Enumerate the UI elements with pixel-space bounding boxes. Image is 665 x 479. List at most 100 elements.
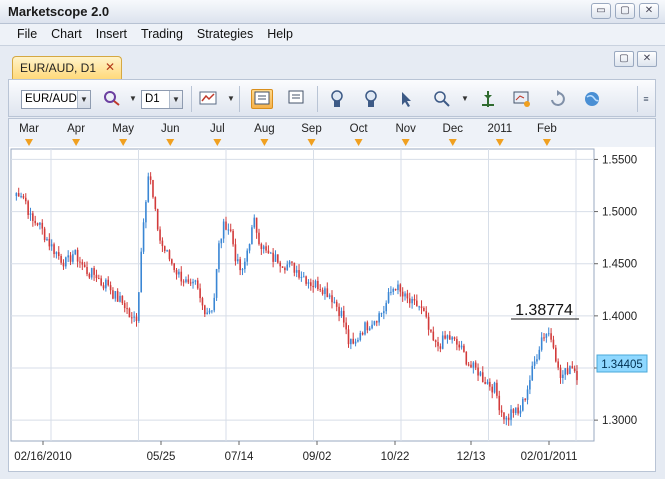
candle-body [201, 298, 204, 306]
candle-body [152, 179, 154, 198]
candle-body [178, 271, 180, 275]
candle-body [416, 300, 418, 307]
candle-body [83, 264, 86, 268]
price-tick-label: 1.4000 [602, 311, 637, 323]
candle-body [138, 292, 140, 322]
candle-body [510, 409, 512, 420]
candle-body [213, 297, 216, 311]
dropdown-arrow-icon[interactable]: ▼ [461, 94, 469, 103]
menu-help[interactable]: Help [260, 24, 300, 45]
chart-tab[interactable]: EUR/AUD, D1 ✕ [12, 56, 122, 79]
tab-close-icon[interactable]: ✕ [105, 60, 115, 74]
candle-body [199, 288, 201, 299]
dropdown-arrow-icon[interactable]: ▼ [129, 94, 137, 103]
zoom-out-icon[interactable] [361, 89, 383, 109]
month-label: Nov [395, 123, 416, 135]
candle-body [439, 346, 442, 349]
instrument-select[interactable]: EUR/AUD ▼ [21, 90, 91, 109]
candle-body [543, 337, 545, 339]
month-label: Mar [19, 123, 39, 135]
chart-type-icon[interactable] [197, 89, 219, 109]
instrument-lookup-icon[interactable] [101, 89, 123, 109]
chart-toolbar: EUR/AUD ▼ ▼ D1 ▼ ▼ ▼ ≡ [8, 79, 656, 117]
candle-body [291, 261, 293, 263]
toolbar-overflow-icon[interactable]: ≡ [639, 89, 653, 109]
cursor-icon[interactable] [395, 89, 417, 109]
candle-body [93, 268, 95, 275]
candle-body [220, 238, 223, 244]
candle-body [86, 267, 88, 275]
grid-view-icon[interactable] [251, 89, 273, 109]
chart-restore-button[interactable]: ▢ [614, 51, 634, 67]
candle-body [175, 269, 178, 275]
globe-icon[interactable] [581, 89, 603, 109]
candle-body [274, 254, 277, 262]
zoom-in-icon[interactable] [327, 89, 349, 109]
candle-body [305, 276, 307, 284]
candle-body [312, 285, 314, 288]
candle-body [430, 329, 432, 332]
candle-body [126, 308, 128, 310]
candle-body [413, 298, 416, 301]
candle-body [434, 340, 437, 342]
candle-body [171, 259, 173, 264]
restore-button[interactable]: ▢ [615, 3, 635, 19]
candle-body [39, 222, 41, 225]
candle-body [251, 227, 253, 245]
candle-body [76, 249, 79, 262]
minimize-button[interactable]: ▭ [591, 3, 611, 19]
candle-body [324, 288, 326, 295]
toolbar-separator [317, 86, 318, 112]
candle-body [529, 380, 531, 390]
candle-body [397, 284, 399, 291]
candle-body [554, 347, 557, 362]
properties-icon[interactable] [511, 89, 533, 109]
candle-body [441, 335, 444, 349]
candle-body [154, 197, 157, 210]
menu-file[interactable]: File [10, 24, 44, 45]
candle-body [559, 367, 562, 378]
menu-strategies[interactable]: Strategies [190, 24, 260, 45]
date-tick-label: 10/22 [381, 451, 410, 463]
chart-tab-label: EUR/AUD, D1 [20, 61, 97, 75]
candle-body [470, 364, 472, 368]
month-label: Jul [210, 123, 225, 135]
candle-body [394, 289, 397, 291]
candle-body [477, 367, 479, 376]
candle-body [531, 365, 534, 381]
close-button[interactable]: ✕ [639, 3, 659, 19]
candle-body [474, 362, 477, 368]
price-chart[interactable]: Mar Apr May Jun Jul Aug Sep Oct Nov Dec 2011 Feb 1.… [8, 118, 656, 472]
magnifier-icon[interactable] [431, 89, 453, 109]
candle-body [342, 310, 345, 323]
table-view-icon[interactable] [285, 89, 307, 109]
candle-body [255, 217, 258, 233]
price-annotation[interactable]: 1.38774 [511, 302, 579, 320]
price-tick-label: 1.5000 [602, 207, 637, 219]
candle-body [194, 280, 197, 282]
candle-body [187, 279, 190, 283]
candle-body [514, 407, 517, 413]
candle-body [29, 213, 32, 215]
dropdown-arrow-icon[interactable]: ▼ [227, 94, 235, 103]
crosshair-icon[interactable] [477, 89, 499, 109]
candle-body [552, 339, 555, 348]
candle-body [564, 368, 567, 375]
timeframe-select[interactable]: D1 ▼ [141, 90, 183, 109]
chart-close-button[interactable]: ✕ [637, 51, 657, 67]
chart-window-bar: EUR/AUD, D1 ✕ ▢ ✕ [0, 47, 665, 79]
chart-canvas[interactable]: Mar Apr May Jun Jul Aug Sep Oct Nov Dec 2011 Feb 1.… [9, 119, 655, 471]
candle-body [182, 281, 185, 283]
candle-body [446, 335, 449, 339]
month-axis: Mar Apr May Jun Jul Aug Sep Oct Nov Dec 2011 Feb [9, 119, 655, 147]
month-label: Feb [537, 123, 557, 135]
candle-body [404, 293, 406, 297]
menu-insert[interactable]: Insert [89, 24, 134, 45]
menu-chart[interactable]: Chart [44, 24, 89, 45]
toolbar-separator [239, 86, 240, 112]
menu-trading[interactable]: Trading [134, 24, 190, 45]
candle-body [432, 331, 435, 341]
candle-body [72, 254, 74, 262]
plot-area [10, 148, 595, 442]
refresh-icon[interactable] [547, 89, 569, 109]
